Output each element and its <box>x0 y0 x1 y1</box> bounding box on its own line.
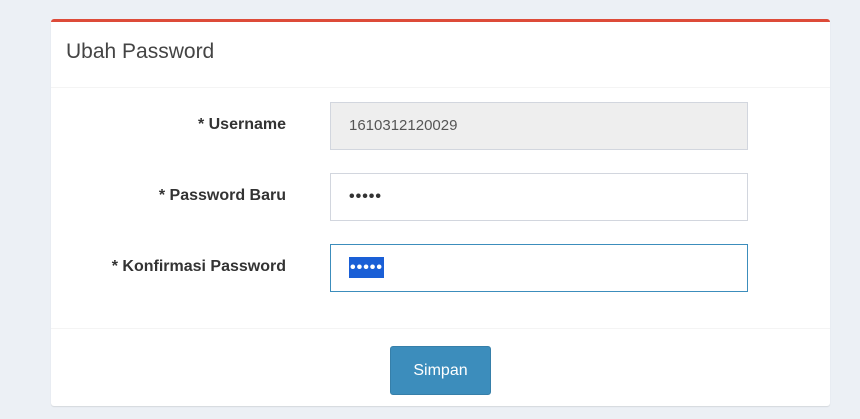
confirm-password-field[interactable]: ••••• <box>330 244 748 292</box>
username-label: * Username <box>197 116 286 133</box>
username-row: * Username 1610312120029 <box>51 102 830 150</box>
change-password-panel: Ubah Password * Username 1610312120029 *… <box>51 19 830 406</box>
username-field[interactable]: 1610312120029 <box>330 102 748 150</box>
save-button[interactable]: Simpan <box>390 346 491 395</box>
panel-header: Ubah Password <box>51 22 830 88</box>
new-password-value: ••••• <box>349 188 383 205</box>
confirm-password-label: * Konfirmasi Password <box>111 258 286 275</box>
confirm-password-row: * Konfirmasi Password ••••• <box>51 244 830 292</box>
new-password-label: * Password Baru <box>158 187 286 204</box>
confirm-password-value: ••••• <box>349 257 385 278</box>
new-password-field[interactable]: ••••• <box>330 173 748 221</box>
username-value: 1610312120029 <box>349 117 458 134</box>
panel-title: Ubah Password <box>66 40 215 63</box>
new-password-row: * Password Baru ••••• <box>51 173 830 221</box>
panel-footer: Simpan <box>51 328 830 406</box>
